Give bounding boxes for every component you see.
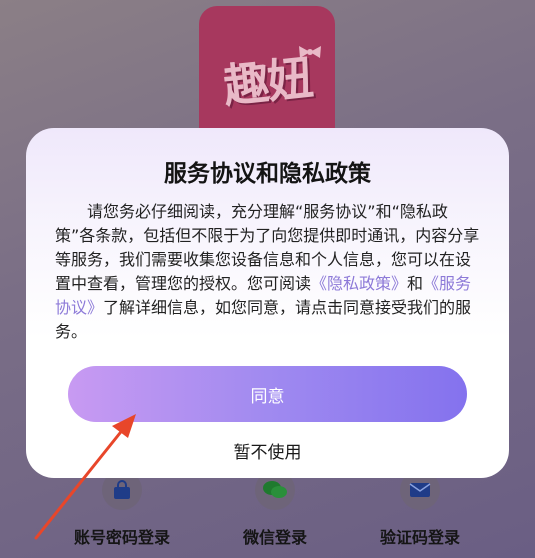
wechat-login-label: 微信登录 (242, 528, 307, 547)
decline-button[interactable]: 暂不使用 (26, 438, 509, 463)
dialog-title: 服务协议和隐私政策 (164, 161, 371, 187)
login-options: 账号密码登录 微信登录 验证码登录 (0, 470, 535, 558)
privacy-policy-link[interactable]: 《隐私政策》 (311, 274, 407, 293)
verification-code-login[interactable]: 验证码登录 (370, 470, 470, 548)
account-password-login[interactable]: 账号密码登录 (72, 470, 172, 548)
agree-button[interactable]: 同意 (68, 366, 467, 422)
dialog-body-text-end: 了解详细信息，如您同意，请点击同意接受我们的服务。 (55, 298, 472, 341)
bow-icon (299, 46, 321, 58)
account-password-login-label: 账号密码登录 (73, 528, 170, 547)
verification-code-login-label: 验证码登录 (379, 528, 460, 547)
dialog-body-and: 和 (407, 274, 424, 293)
privacy-dialog: 服务协议和隐私政策 请您务必仔细阅读，充分理解“服务协议”和“隐私政策”各条款，… (26, 128, 509, 478)
wechat-login[interactable]: 微信登录 (225, 470, 325, 548)
dialog-body: 请您务必仔细阅读，充分理解“服务协议”和“隐私政策”各条款，包括但不限于为了向您… (55, 200, 483, 344)
